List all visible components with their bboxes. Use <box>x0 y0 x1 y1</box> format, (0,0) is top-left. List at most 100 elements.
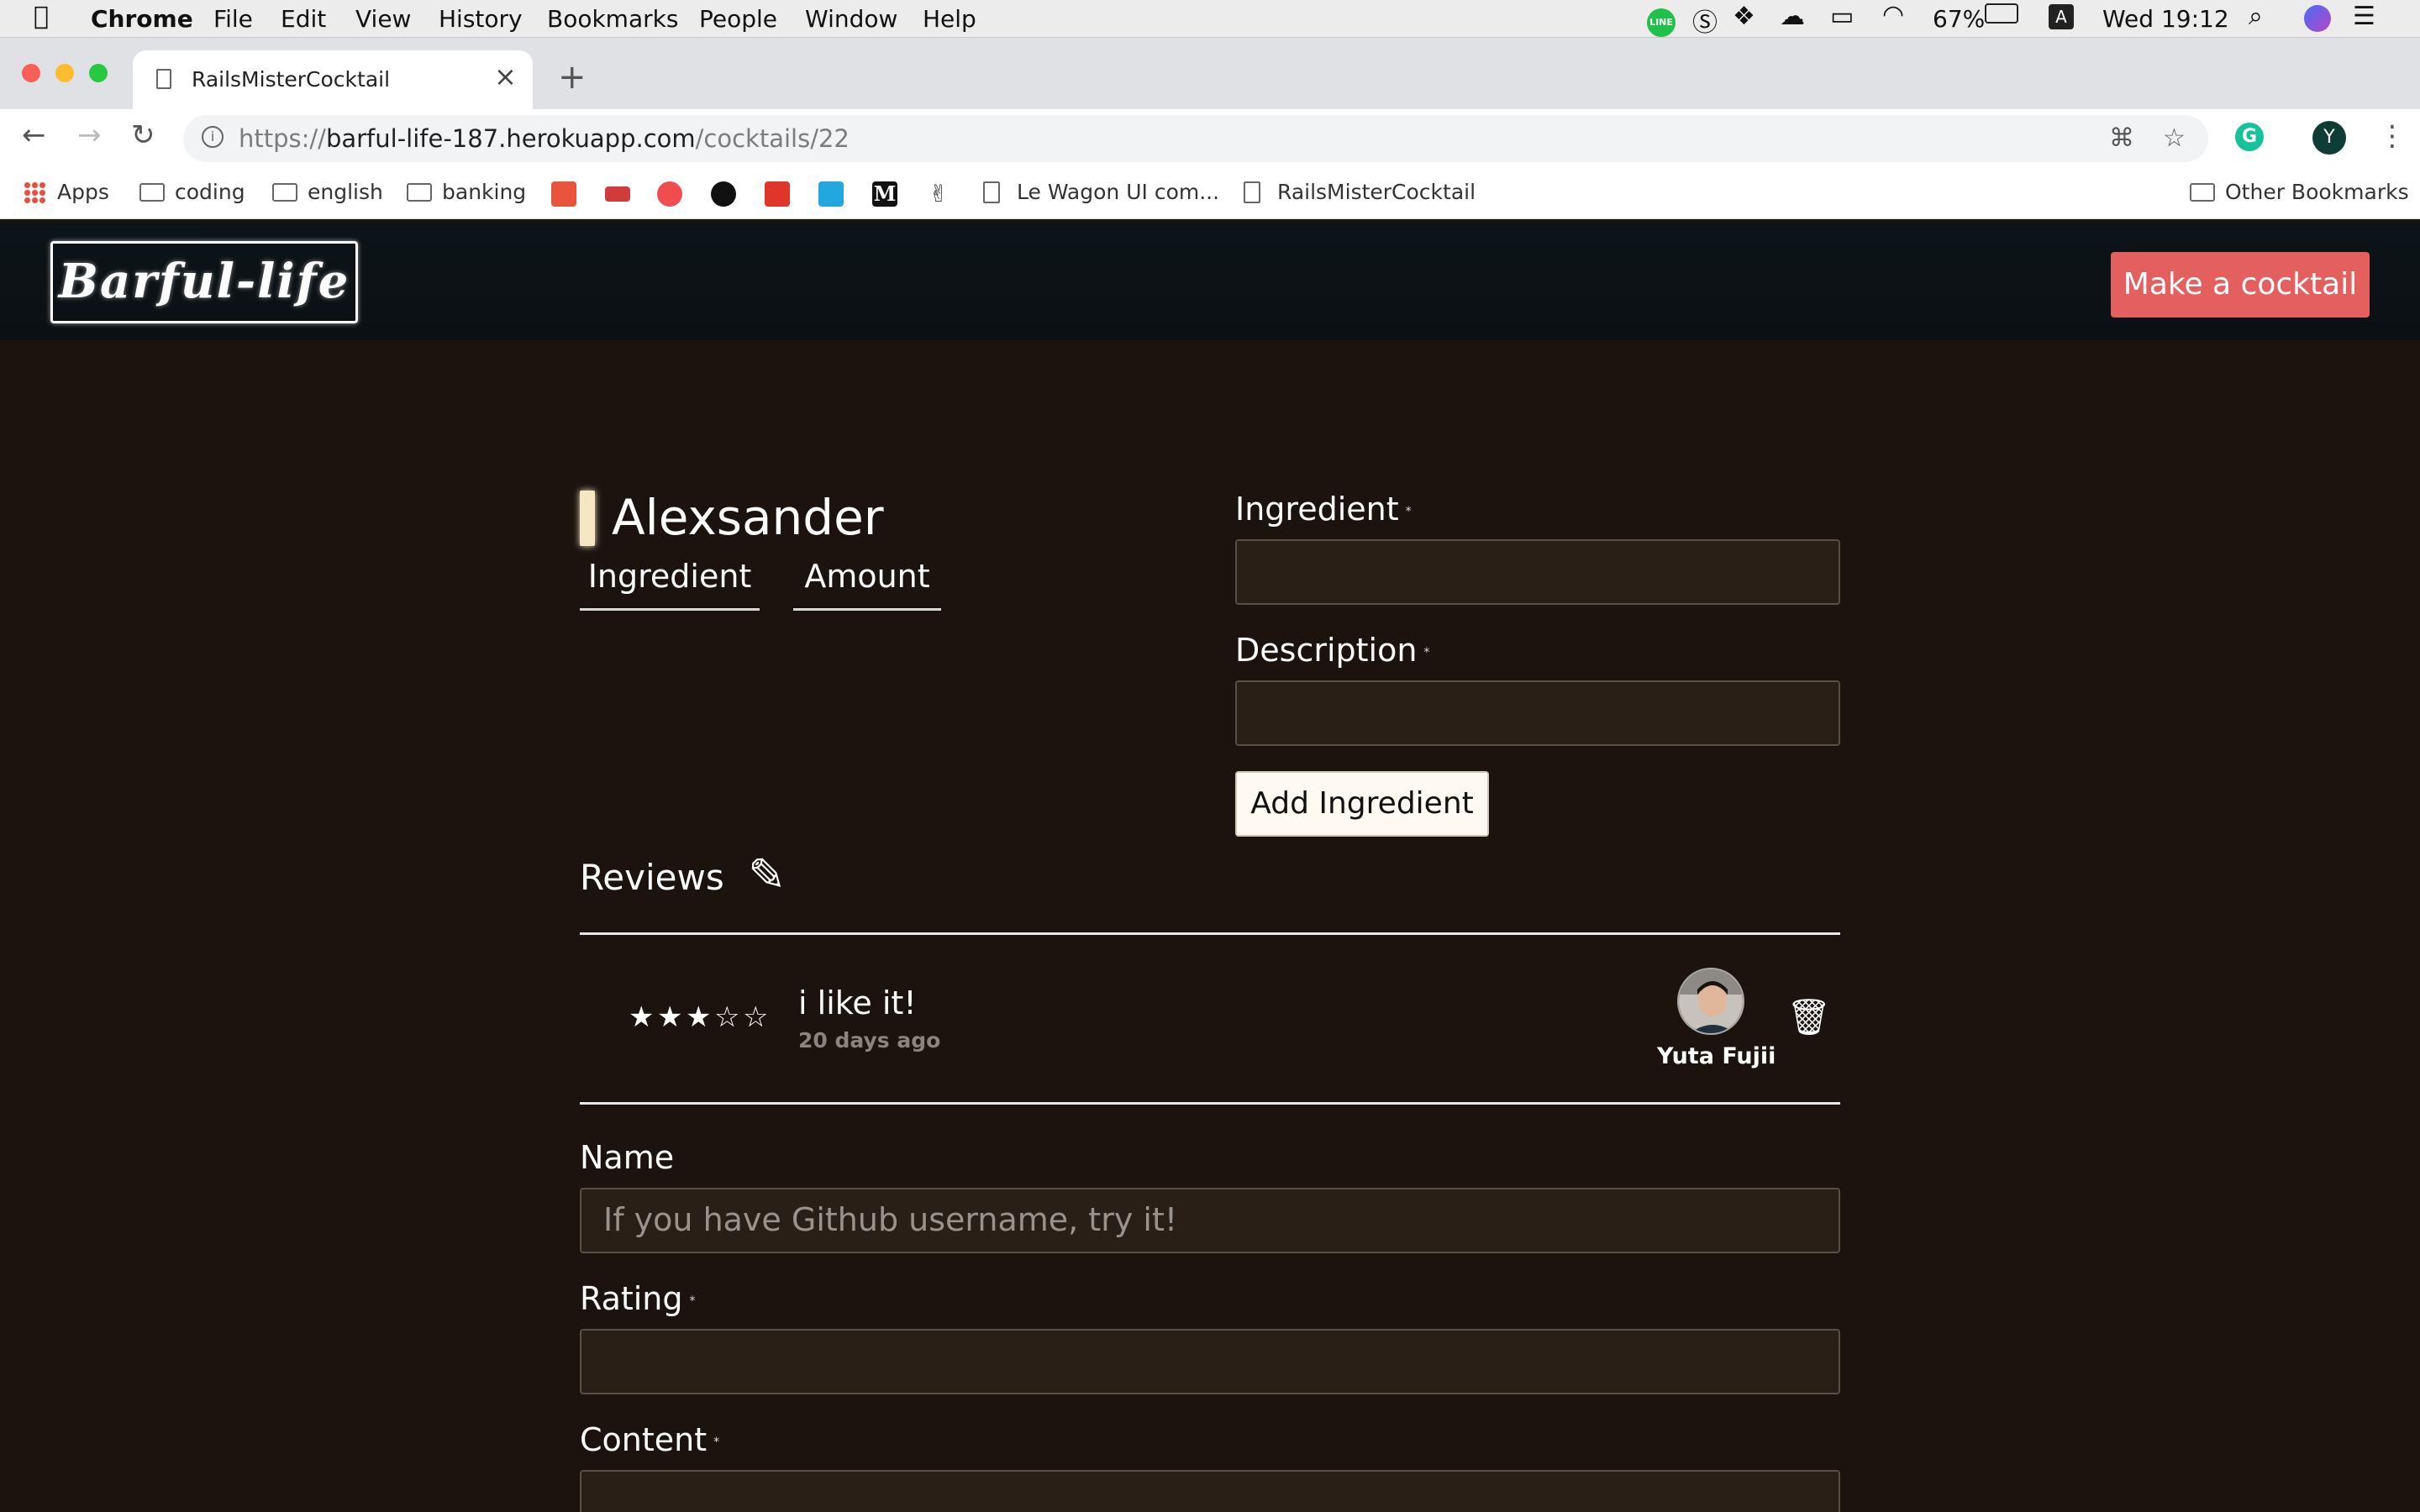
bookmark-other-bookmarks[interactable]: Other Bookmarks <box>2190 180 2409 204</box>
airplay-icon[interactable]: ▭ <box>1830 2 1854 31</box>
siri-icon[interactable] <box>2304 5 2331 32</box>
bookmark-folder-english[interactable]: english <box>272 180 383 204</box>
notification-center-icon[interactable]: ☰ <box>2353 2 2375 31</box>
browser-toolbar: ← → ↻ i https://barful-life-187.herokuap… <box>0 109 2420 168</box>
folder-icon <box>2190 183 2215 202</box>
forward-arrow-icon[interactable]: → <box>77 121 102 150</box>
tab-close-icon[interactable]: × <box>494 60 517 92</box>
cocktail-title-accent <box>580 491 595 546</box>
menu-history[interactable]: History <box>439 5 523 33</box>
dropbox-icon[interactable]: ❖ <box>1733 2 1755 31</box>
site-logo[interactable]: Barful-life <box>50 241 358 323</box>
add-ingredient-button[interactable]: Add Ingredient <box>1235 771 1489 837</box>
reviews-heading: Reviews <box>580 857 724 898</box>
description-field-label: Description * <box>1235 632 1429 669</box>
url-host: barful-life-187.herokuapp.com <box>325 124 696 153</box>
site-info-icon[interactable]: i <box>202 126 224 148</box>
url-text[interactable]: https://barful-life-187.herokuapp.com/co… <box>239 124 850 153</box>
bookmark-favicon-1-icon[interactable] <box>551 181 576 207</box>
bookmark-star-icon[interactable]: ☆ <box>2163 123 2186 153</box>
reviewer-avatar[interactable] <box>1677 968 1744 1035</box>
page-icon <box>983 181 1000 203</box>
apple-menu-icon[interactable]:  <box>34 2 49 31</box>
line-app-icon[interactable]: LINE <box>1647 3 1676 37</box>
bookmark-folder-label: english <box>308 180 383 204</box>
translate-icon[interactable]: ⌘ <box>2109 123 2134 153</box>
window-zoom-button[interactable] <box>89 64 108 82</box>
ingredient-column-header: Ingredient <box>580 556 760 611</box>
make-cocktail-button[interactable]: Make a cocktail <box>2111 252 2370 318</box>
github-icon[interactable] <box>711 181 736 207</box>
ingredient-label-text: Ingredient <box>1235 491 1399 528</box>
required-mark: * <box>689 1294 696 1308</box>
bookmark-apps[interactable]: Apps <box>24 180 109 204</box>
grammarly-extension-icon[interactable]: G <box>2235 123 2264 151</box>
rating-field-label: Rating * <box>580 1280 696 1317</box>
description-input[interactable] <box>1235 680 1840 746</box>
required-mark: * <box>1405 504 1412 518</box>
required-mark: * <box>713 1435 720 1449</box>
folder-icon <box>407 183 432 202</box>
reviewer-name[interactable]: Yuta Fujii <box>1657 1043 1776 1069</box>
menu-edit[interactable]: Edit <box>281 5 326 33</box>
ingredient-input[interactable] <box>1235 539 1840 605</box>
address-bar[interactable]: i https://barful-life-187.herokuapp.com/… <box>183 115 2208 162</box>
macos-menubar:  Chrome File Edit View History Bookmark… <box>0 0 2420 38</box>
name-input[interactable]: If you have Github username, try it! <box>580 1188 1840 1253</box>
name-input-placeholder: If you have Github username, try it! <box>603 1201 1178 1238</box>
reload-icon[interactable]: ↻ <box>131 121 155 150</box>
apps-grid-icon <box>24 181 45 203</box>
page-icon <box>156 69 171 89</box>
bookmark-angellist-icon[interactable]: ✌ <box>926 181 951 207</box>
chrome-menu-icon[interactable]: ⋮ <box>2378 119 2407 153</box>
input-source-icon[interactable]: A <box>2049 4 2074 29</box>
review-content: i like it! <box>798 984 917 1021</box>
bookmark-railsmistercocktail[interactable]: RailsMisterCocktail <box>1244 180 1476 204</box>
menu-view[interactable]: View <box>355 5 411 33</box>
bookmark-folder-banking[interactable]: banking <box>407 180 526 204</box>
bookmark-folder-coding[interactable]: coding <box>139 180 245 204</box>
review-timestamp: 20 days ago <box>798 1028 941 1053</box>
bookmark-bird-icon[interactable] <box>818 181 844 207</box>
window-close-button[interactable] <box>22 64 40 82</box>
bookmark-le-wagon[interactable]: Le Wagon UI com... <box>983 180 1219 204</box>
bookmark-apps-label: Apps <box>57 180 109 204</box>
bookmarks-bar: Apps coding english banking M ✌ Le Wagon… <box>0 168 2420 219</box>
wifi-icon[interactable]: ◠ <box>1882 0 1904 29</box>
reviewer-photo <box>1679 969 1743 1033</box>
menu-file[interactable]: File <box>213 5 253 33</box>
description-label-text: Description <box>1235 632 1418 669</box>
battery-percent: 67% <box>1933 5 1986 33</box>
menu-people[interactable]: People <box>699 5 777 33</box>
required-mark: * <box>1423 645 1430 659</box>
cocktail-name: Alexsander <box>612 489 884 546</box>
star-filled-icon: ★ <box>629 1000 655 1034</box>
clock[interactable]: Wed 19:12 <box>2102 5 2229 33</box>
battery-icon[interactable] <box>1985 3 2018 24</box>
spotlight-search-icon[interactable]: ⌕ <box>2249 2 2263 31</box>
content-textarea[interactable] <box>580 1470 1840 1512</box>
window-minimize-button[interactable] <box>55 64 74 82</box>
menu-bookmarks[interactable]: Bookmarks <box>547 5 678 33</box>
star-empty-icon: ☆ <box>714 1000 740 1034</box>
profile-avatar[interactable]: Y <box>2312 121 2346 155</box>
bookmark-bus-icon[interactable] <box>605 186 630 202</box>
menu-help[interactable]: Help <box>923 5 976 33</box>
menu-window[interactable]: Window <box>805 5 897 33</box>
skype-icon[interactable]: Ⓢ <box>1692 2 1718 39</box>
rating-input[interactable] <box>580 1329 1840 1394</box>
bookmark-folder-label: coding <box>175 180 245 204</box>
edit-review-pencil-icon[interactable]: ✎ <box>748 848 786 901</box>
browser-tab-active[interactable]: RailsMisterCocktail × <box>133 50 533 111</box>
content-label-text: Content <box>580 1421 708 1458</box>
bookmark-house-icon[interactable] <box>765 181 790 207</box>
cloud-upload-icon[interactable]: ☁ <box>1780 2 1805 31</box>
new-tab-button[interactable]: + <box>558 60 587 94</box>
menu-app-name[interactable]: Chrome <box>91 5 193 33</box>
trash-icon[interactable]: 🗑 <box>1786 996 1831 1038</box>
bookmark-openai-icon[interactable] <box>657 181 682 207</box>
url-path: /cocktails/22 <box>695 124 850 153</box>
ingredient-field-label: Ingredient * <box>1235 491 1412 528</box>
medium-icon[interactable]: M <box>872 181 897 207</box>
back-arrow-icon[interactable]: ← <box>22 121 46 150</box>
